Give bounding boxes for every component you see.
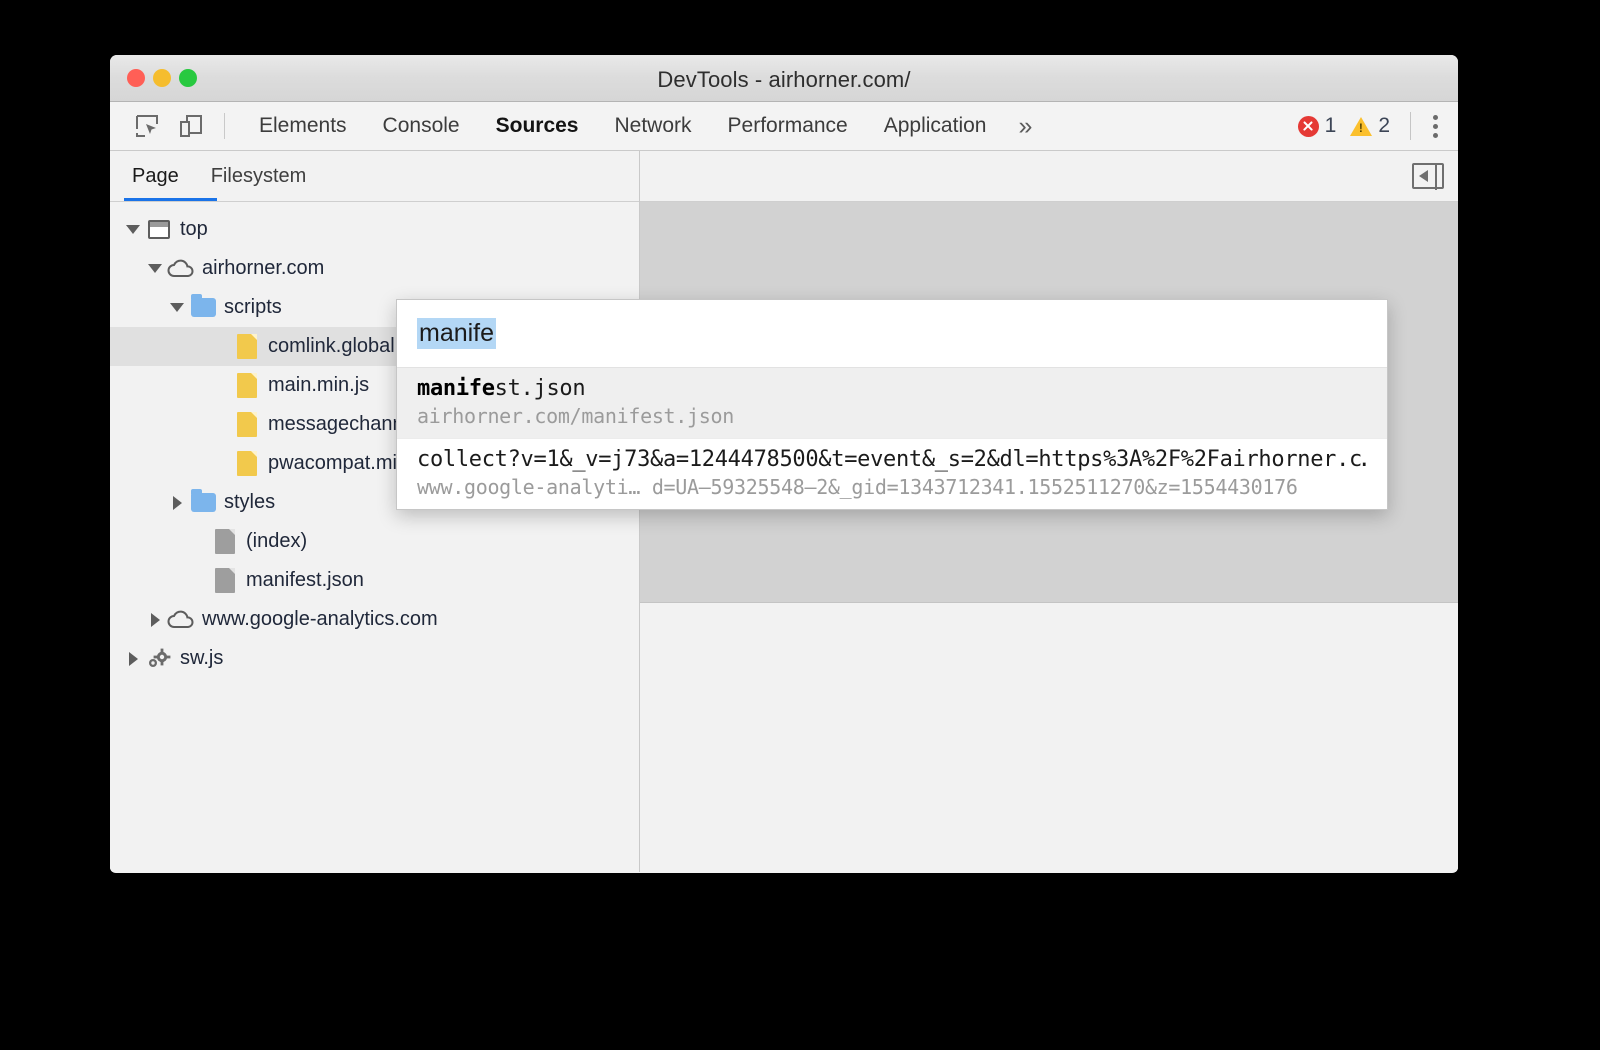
tree-item-label: scripts: [224, 296, 282, 318]
quick-open-result-title: manifest.json: [417, 376, 1367, 401]
js-file-icon: [232, 412, 262, 437]
chevron-right-icon[interactable]: [144, 613, 166, 627]
doc-file-icon: [210, 568, 240, 593]
quick-open-result-title: collect?v=1&_v=j73&a=1244478500&t=event&…: [417, 447, 1367, 472]
inspect-element-icon[interactable]: [128, 108, 166, 144]
toolbar-right-group: 1 2: [1297, 109, 1458, 144]
quick-open-result-item[interactable]: manifest.json airhorner.com/manifest.jso…: [397, 368, 1387, 439]
tree-item-label: www.google-analytics.com: [202, 608, 438, 630]
tree-item-label: main.min.js: [268, 374, 370, 396]
tab-sources[interactable]: Sources: [478, 102, 597, 150]
console-counters[interactable]: 1 2: [1297, 114, 1398, 138]
folder-icon: [188, 489, 218, 512]
kebab-dot: [1433, 123, 1438, 129]
tree-item-label: styles: [224, 491, 276, 513]
quick-open-result-match: manife: [417, 376, 495, 401]
js-file-icon: [232, 334, 262, 359]
quick-open-input[interactable]: manife: [417, 318, 497, 349]
tree-item-index[interactable]: (index): [110, 522, 639, 561]
tree-item-label: top: [180, 218, 208, 240]
quick-open-result-rest: st.json: [494, 376, 586, 401]
quick-open-result-rest: collect?v=1&_v=j73&a=1244478500&t=event&…: [417, 447, 1367, 472]
chevron-right-icon[interactable]: [166, 496, 188, 510]
frame-icon: [144, 220, 174, 239]
editor-header: [640, 151, 1458, 202]
tree-item-manifest-json[interactable]: manifest.json: [110, 561, 639, 600]
kebab-menu-icon[interactable]: [1425, 109, 1446, 144]
chevron-down-icon[interactable]: [166, 303, 188, 312]
tab-application[interactable]: Application: [866, 102, 1005, 150]
error-count: 1: [1324, 114, 1337, 137]
nav-tab-page[interactable]: Page: [110, 151, 195, 201]
tree-item-label: airhorner.com: [202, 257, 325, 279]
sources-panel: Page Filesystem top airhorner.com script…: [110, 151, 1458, 872]
chevron-down-icon[interactable]: [122, 225, 144, 234]
tree-item-label: comlink.global.js: [268, 335, 415, 357]
nav-tab-filesystem[interactable]: Filesystem: [195, 151, 323, 201]
toolbar-separator: [1410, 112, 1411, 140]
quick-open-result-item[interactable]: collect?v=1&_v=j73&a=1244478500&t=event&…: [397, 439, 1387, 509]
cloud-icon: [166, 610, 196, 629]
tree-item-top[interactable]: top: [110, 210, 639, 249]
doc-file-icon: [210, 529, 240, 554]
folder-icon: [188, 294, 218, 317]
toolbar-divider: [224, 113, 225, 139]
warning-icon: [1350, 116, 1373, 136]
navigator-pane: Page Filesystem top airhorner.com script…: [110, 151, 640, 872]
more-tabs-icon[interactable]: »: [1004, 104, 1046, 148]
chevron-right-icon[interactable]: [122, 652, 144, 666]
devtools-window: DevTools - airhorner.com/ Elements Conso…: [110, 55, 1458, 873]
quick-open-dialog: manife manifest.json airhorner.com/manif…: [396, 299, 1388, 510]
js-file-icon: [232, 373, 262, 398]
tree-item-label: (index): [246, 530, 308, 552]
window-title: DevTools - airhorner.com/: [657, 67, 911, 92]
tree-item-label: sw.js: [180, 647, 224, 669]
quick-open-result-subtitle: airhorner.com/manifest.json: [417, 404, 735, 428]
js-file-icon: [232, 451, 262, 476]
window-titlebar: DevTools - airhorner.com/: [110, 55, 1458, 102]
tree-item-label: manifest.json: [246, 569, 364, 591]
cloud-icon: [166, 259, 196, 278]
tree-item-google-analytics[interactable]: www.google-analytics.com: [110, 600, 639, 639]
tree-item-sw-js[interactable]: sw.js: [110, 639, 639, 678]
tab-console[interactable]: Console: [365, 102, 478, 150]
show-navigator-icon[interactable]: [1412, 162, 1444, 190]
editor-footer: [640, 602, 1458, 872]
tab-performance[interactable]: Performance: [710, 102, 866, 150]
tab-elements[interactable]: Elements: [241, 102, 365, 150]
tree-item-airhorner[interactable]: airhorner.com: [110, 249, 639, 288]
warning-count: 2: [1378, 114, 1390, 137]
quick-open-result-subtitle: www.google-analyti… d=UA–59325548–2&_gid…: [417, 475, 1298, 499]
device-toolbar-icon[interactable]: [172, 108, 210, 144]
kebab-dot: [1433, 114, 1438, 120]
kebab-dot: [1433, 132, 1438, 138]
error-icon: [1297, 115, 1319, 137]
editor-pane: Drop in a folder to add to workspace Lea…: [640, 151, 1458, 872]
gear-icon: [144, 646, 174, 672]
quick-open-input-row[interactable]: manife: [397, 300, 1387, 368]
devtools-toolbar: Elements Console Sources Network Perform…: [110, 102, 1458, 151]
chevron-down-icon[interactable]: [144, 264, 166, 273]
navigator-tabs: Page Filesystem: [110, 151, 639, 202]
tab-network[interactable]: Network: [596, 102, 709, 150]
